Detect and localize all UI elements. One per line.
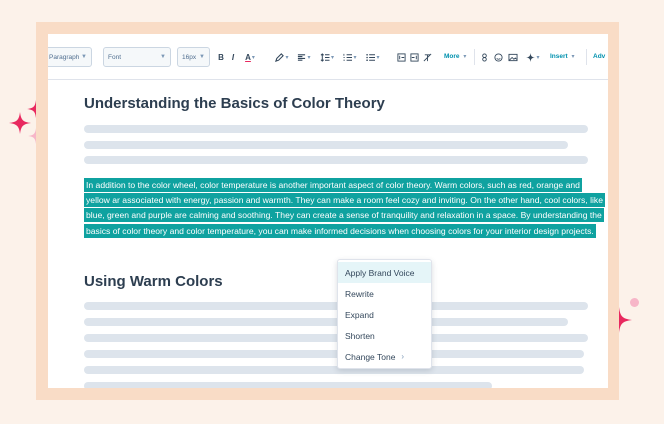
line-spacing-button[interactable]: ▾	[318, 50, 336, 64]
menu-item-label: Rewrite	[345, 288, 374, 299]
more-label: More	[444, 53, 460, 60]
advanced-menu-button[interactable]: Adv	[593, 53, 605, 60]
toolbar-divider	[474, 49, 475, 65]
italic-button[interactable]: I	[228, 50, 238, 64]
chevron-down-icon: ▾	[251, 54, 255, 61]
menu-item-label: Change Tone	[345, 351, 396, 362]
image-icon	[508, 53, 518, 61]
chevron-down-icon: ▼	[199, 54, 205, 60]
bulleted-list-button[interactable]: ▾	[365, 50, 381, 64]
heading-color-theory: Understanding the Basics of Color Theory	[84, 95, 385, 112]
toolbar-divider	[586, 49, 587, 65]
placeholder-line	[84, 366, 584, 374]
outdent-icon	[396, 52, 406, 62]
menu-item-label: Expand	[345, 309, 374, 320]
menu-item-expand[interactable]: Expand	[338, 304, 431, 325]
chevron-down-icon: ▾	[463, 54, 467, 60]
text-color-button[interactable]: A ▾	[241, 50, 259, 64]
indent-button[interactable]	[409, 50, 419, 64]
placeholder-line	[84, 156, 588, 164]
placeholder-line	[84, 382, 492, 388]
chevron-down-icon: ▼	[160, 54, 166, 60]
menu-item-shorten[interactable]: Shorten	[338, 325, 431, 346]
font-size-select[interactable]: 16px ▼	[177, 47, 210, 67]
clear-format-button[interactable]	[422, 50, 432, 64]
link-button[interactable]	[479, 50, 489, 64]
font-select[interactable]: Font ▼	[103, 47, 171, 67]
rich-text-editor: Paragraph ▼ Font ▼ 16px ▼ B I A ▾ ▾ ▾ ▾	[48, 34, 608, 388]
chevron-down-icon: ▾	[330, 54, 334, 61]
menu-item-label: Apply Brand Voice	[345, 267, 415, 278]
selected-text: In addition to the color wheel, color te…	[84, 178, 606, 238]
selected-paragraph[interactable]: In addition to the color wheel, color te…	[84, 178, 606, 239]
chevron-down-icon: ▾	[285, 54, 289, 61]
chevron-down-icon: ▾	[307, 54, 311, 61]
placeholder-line	[84, 350, 584, 358]
image-button[interactable]	[507, 50, 519, 64]
chevron-right-icon: ›	[401, 352, 405, 361]
emoji-button[interactable]	[493, 50, 503, 64]
dot-icon	[630, 298, 639, 307]
placeholder-line	[84, 125, 588, 133]
placeholder-line	[84, 141, 568, 149]
chevron-down-icon: ▾	[353, 54, 357, 61]
text-color-icon: A	[245, 52, 251, 62]
font-value: Font	[108, 53, 122, 61]
placeholder-line	[84, 318, 568, 326]
ai-action-menu: Apply Brand Voice Rewrite Expand Shorten…	[337, 259, 432, 369]
bold-icon: B	[218, 52, 224, 62]
line-spacing-icon	[320, 52, 330, 62]
menu-item-change-tone[interactable]: Change Tone ›	[338, 346, 431, 367]
highlight-button[interactable]: ▾	[274, 50, 290, 64]
bulleted-list-icon	[366, 53, 376, 61]
insert-label: Insert	[550, 53, 568, 60]
font-size-value: 16px	[182, 53, 197, 61]
advanced-label: Adv	[593, 53, 606, 60]
ai-assistant-button[interactable]: ▾	[524, 50, 542, 64]
placeholder-line	[84, 302, 588, 310]
align-left-icon	[298, 53, 306, 61]
chevron-down-icon: ▾	[376, 54, 380, 61]
align-button[interactable]: ▾	[296, 50, 312, 64]
insert-menu-button[interactable]: Insert ▾	[550, 53, 575, 60]
bold-button[interactable]: B	[216, 50, 226, 64]
numbered-list-button[interactable]: ▾	[342, 50, 358, 64]
more-menu-button[interactable]: More ▾	[444, 53, 466, 60]
link-icon	[481, 52, 487, 62]
chevron-down-icon: ▼	[81, 54, 87, 60]
menu-item-label: Shorten	[345, 330, 375, 341]
clear-format-icon	[423, 53, 431, 61]
placeholder-line	[84, 334, 588, 342]
indent-icon	[409, 52, 419, 62]
smiley-icon	[493, 52, 503, 62]
outdent-button[interactable]	[396, 50, 406, 64]
numbered-list-icon	[343, 53, 353, 61]
sparkle-icon	[526, 52, 536, 62]
editor-toolbar: Paragraph ▼ Font ▼ 16px ▼ B I A ▾ ▾ ▾ ▾	[48, 34, 608, 80]
heading-warm-colors: Using Warm Colors	[84, 273, 223, 290]
chevron-down-icon: ▾	[571, 54, 575, 60]
menu-item-rewrite[interactable]: Rewrite	[338, 283, 431, 304]
menu-item-apply-brand-voice[interactable]: Apply Brand Voice	[338, 262, 431, 283]
italic-icon: I	[231, 52, 235, 62]
pen-icon	[275, 52, 285, 62]
paragraph-style-select[interactable]: Paragraph ▼	[48, 47, 92, 67]
paragraph-style-value: Paragraph	[49, 53, 80, 61]
chevron-down-icon: ▾	[536, 54, 540, 61]
